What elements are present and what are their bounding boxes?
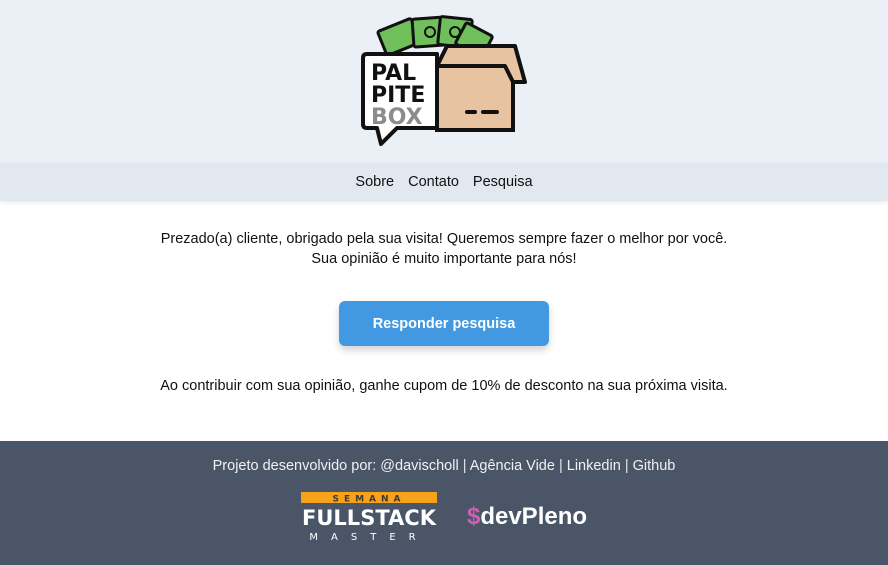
brand-logos: SEMANA FULLSTACK MASTER $ devPleno (300, 492, 587, 542)
coupon-text: Ao contribuir com sua opinião, ganhe cup… (160, 378, 728, 394)
main-nav: Sobre Contato Pesquisa (0, 163, 888, 201)
separator: | (624, 458, 629, 474)
devpleno-name: devPleno (480, 503, 588, 530)
fsm-top-text: SEMANA (332, 495, 405, 505)
main-content: Prezado(a) cliente, obrigado pela sua vi… (0, 201, 888, 441)
respond-survey-button[interactable]: Responder pesquisa (339, 301, 549, 346)
separator: | (558, 458, 563, 474)
nav-link-sobre[interactable]: Sobre (355, 174, 394, 190)
intro-text: Prezado(a) cliente, obrigado pela sua vi… (161, 229, 728, 269)
fsm-bottom-text: MASTER (309, 532, 428, 542)
intro-line-1: Prezado(a) cliente, obrigado pela sua vi… (160, 231, 728, 247)
fsm-main-text: FULLSTACK (302, 506, 437, 530)
github-link[interactable]: Github (633, 458, 676, 474)
nav-link-pesquisa[interactable]: Pesquisa (473, 174, 533, 190)
header: PAL PITE BOX (0, 0, 888, 163)
palpitebox-logo[interactable]: PAL PITE BOX (359, 14, 529, 152)
agency-link[interactable]: Agência Vide (470, 458, 555, 474)
dollar-icon: $ (466, 503, 481, 530)
intro-line-2: Sua opinião é muito importante para nós! (311, 251, 577, 267)
devpleno-logo[interactable]: $ devPleno (467, 503, 587, 531)
footer: Projeto desenvolvido por: @davischoll | … (0, 441, 888, 565)
separator: | (462, 458, 467, 474)
nav-link-contato[interactable]: Contato (408, 174, 459, 190)
logo-text-box: BOX (371, 105, 423, 130)
fullstack-master-logo[interactable]: SEMANA FULLSTACK MASTER (300, 492, 437, 542)
credits-prefix: Projeto desenvolvido por: (212, 458, 377, 474)
linkedin-link[interactable]: Linkedin (567, 458, 621, 474)
credits: Projeto desenvolvido por: @davischoll | … (213, 458, 676, 474)
author-link[interactable]: @davischoll (380, 458, 458, 474)
